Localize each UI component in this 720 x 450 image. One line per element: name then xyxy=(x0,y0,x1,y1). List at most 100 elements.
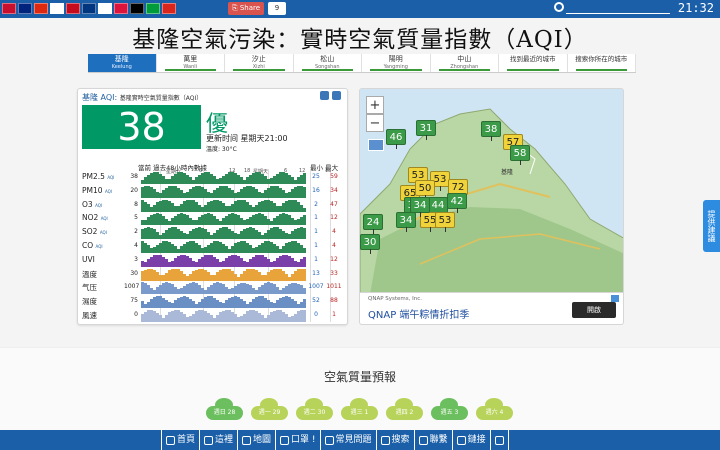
share-icon[interactable] xyxy=(320,91,329,100)
feedback-tab[interactable]: 提供建議 xyxy=(703,200,720,252)
forecast-day[interactable]: 週日 28 xyxy=(204,398,245,421)
aqi-map-marker[interactable]: 53 xyxy=(435,212,455,232)
row-current-value: 8 xyxy=(134,200,138,208)
aqi-map-marker[interactable]: 50 xyxy=(415,180,435,200)
row-max-value: 12 xyxy=(330,255,338,263)
forecast-day[interactable]: 週三 1 xyxy=(339,398,380,421)
tab-6[interactable]: 找到最近的城市 xyxy=(499,54,568,72)
tab-1[interactable]: 萬里 Wanli xyxy=(156,54,225,72)
map-layer-icon[interactable] xyxy=(368,139,384,151)
aqi-map-marker[interactable]: 44 xyxy=(428,197,448,217)
forecast-day[interactable]: 週二 30 xyxy=(294,398,335,421)
aqi-map-marker[interactable]: 46 xyxy=(386,129,406,149)
row-sparkline[interactable] xyxy=(141,254,306,267)
top-search-field[interactable] xyxy=(554,2,672,15)
row-sparkline[interactable] xyxy=(141,268,306,281)
bottom-nav-item[interactable]: 鏈接 xyxy=(453,430,491,450)
forecast-day[interactable]: 週一 29 xyxy=(249,398,290,421)
row-min-value: 13 xyxy=(312,269,320,277)
row-sparkline[interactable] xyxy=(141,241,306,253)
language-flag-4[interactable] xyxy=(66,3,80,14)
bottom-nav-item[interactable] xyxy=(491,430,509,450)
forecast-days: 週日 28 週一 29 週二 30 週三 1 週四 2 週五 3 週六 4 xyxy=(204,398,515,421)
pollutant-name: PM10 xyxy=(82,185,103,195)
bottom-nav-item[interactable]: 搜索 xyxy=(377,430,415,450)
bottom-nav-item[interactable]: 常見問題 xyxy=(321,430,377,450)
share-button[interactable]: ⎘ Share xyxy=(228,2,265,15)
tab-2[interactable]: 汐止 Xizhi xyxy=(225,54,294,72)
tab-7[interactable]: 搜索你所在的城市 xyxy=(567,54,636,72)
language-flag-6[interactable] xyxy=(98,3,112,14)
row-sparkline[interactable] xyxy=(141,296,306,309)
tab-0[interactable]: 基隆 Keelung xyxy=(88,54,157,72)
aqi-map-marker[interactable]: 31 xyxy=(416,120,436,140)
bottom-nav-item[interactable]: 首頁 xyxy=(161,430,201,450)
tab-3[interactable]: 松山 Songshan xyxy=(293,54,362,72)
aqi-map-marker[interactable]: 34 xyxy=(396,212,416,232)
row-sparkline[interactable] xyxy=(141,310,306,322)
ad-open-button[interactable]: 開啟 xyxy=(572,302,616,318)
row-sparkline[interactable] xyxy=(141,227,306,240)
pollutant-name: CO xyxy=(82,241,94,250)
city-tabs: 基隆 Keelung 萬里 Wanli 汐止 Xizhi 松山 Songshan 陽明 Yangm… xyxy=(88,54,636,73)
tab-label: 汐止 xyxy=(251,55,266,63)
bottom-nav-label: 這裡 xyxy=(215,435,234,445)
tab-label: 基隆 xyxy=(114,55,129,63)
language-flag-5[interactable] xyxy=(82,3,96,14)
sparkline-bar xyxy=(303,227,306,240)
zoom-out-button[interactable]: − xyxy=(366,114,384,132)
pollutant-unit: AQI xyxy=(95,202,103,208)
row-max-value: 12 xyxy=(330,214,338,222)
bottom-nav-item[interactable]: 這裡 xyxy=(200,430,239,450)
language-flag-10[interactable] xyxy=(162,3,176,14)
tab-label-en: Keelung xyxy=(111,64,132,70)
row-current-value: 3 xyxy=(134,255,138,263)
tab-5[interactable]: 中山 Zhongshan xyxy=(430,54,499,72)
row-max-value: 1011 xyxy=(326,283,342,291)
aqi-map-marker[interactable]: 38 xyxy=(481,121,501,141)
forecast-day-label: 週三 1 xyxy=(341,406,378,420)
aqi-map-marker[interactable]: 30 xyxy=(360,234,380,254)
tab-4[interactable]: 陽明 Yangming xyxy=(362,54,431,72)
bottom-nav-item[interactable]: 口罩 ! xyxy=(276,430,321,450)
forecast-day[interactable]: 週五 3 xyxy=(429,398,470,421)
row-sparkline[interactable] xyxy=(141,199,306,212)
row-sparkline[interactable] xyxy=(141,213,306,226)
row-max-value: 47 xyxy=(330,200,338,208)
forecast-day-label: 週六 4 xyxy=(476,406,513,420)
row-sparkline[interactable] xyxy=(141,172,306,184)
row-label-10: 風速 xyxy=(82,310,97,321)
bottom-nav-item[interactable]: 地圖 xyxy=(238,430,277,450)
language-flag-0[interactable] xyxy=(2,3,16,14)
language-flag-8[interactable] xyxy=(130,3,144,14)
row-sparkline[interactable] xyxy=(141,282,306,295)
row-max-value: 59 xyxy=(330,173,338,180)
sparkline-bar xyxy=(303,268,306,281)
aqi-map-marker[interactable]: 34 xyxy=(410,197,430,217)
aqi-map[interactable]: + − 基隆 463138575853655350723442443455533… xyxy=(359,88,624,293)
forecast-day[interactable]: 週四 2 xyxy=(384,398,425,421)
advertisement[interactable]: QNAP Systems, Inc. QNAP 端午粽情折扣季 開啟 xyxy=(359,293,624,325)
language-flag-1[interactable] xyxy=(18,3,32,14)
page: ⎘ Share 9 21:32 基隆空氣污染：實時空氣質量指數（AQI） 基隆 K… xyxy=(0,0,720,450)
ad-headline[interactable]: QNAP 端午粽情折扣季 xyxy=(368,306,469,321)
aqi-map-marker[interactable]: 24 xyxy=(363,214,383,234)
forecast-day[interactable]: 週六 4 xyxy=(474,398,515,421)
row-min-value: 1 xyxy=(314,242,318,249)
sparkline-bar xyxy=(303,247,306,253)
language-flag-3[interactable] xyxy=(50,3,64,14)
aqi-map-marker[interactable]: 42 xyxy=(447,193,467,213)
row-current-value: 1007 xyxy=(124,283,140,291)
row-sparkline[interactable] xyxy=(141,185,306,198)
faq-icon xyxy=(324,435,334,445)
language-flag-7[interactable] xyxy=(114,3,128,14)
language-flag-2[interactable] xyxy=(34,3,48,14)
aqi-map-marker[interactable]: 58 xyxy=(510,145,530,165)
language-flag-9[interactable] xyxy=(146,3,160,14)
ad-info-icon[interactable] xyxy=(611,295,619,302)
zoom-in-button[interactable]: + xyxy=(366,96,384,114)
bottom-nav-item[interactable]: 聯繫 xyxy=(415,430,453,450)
layers-icon[interactable] xyxy=(332,91,341,100)
panel-head-sub: 基隆實時空氣質量指數（AQI） xyxy=(119,95,203,102)
panel-head-title: 基隆 AQI: xyxy=(82,93,118,102)
